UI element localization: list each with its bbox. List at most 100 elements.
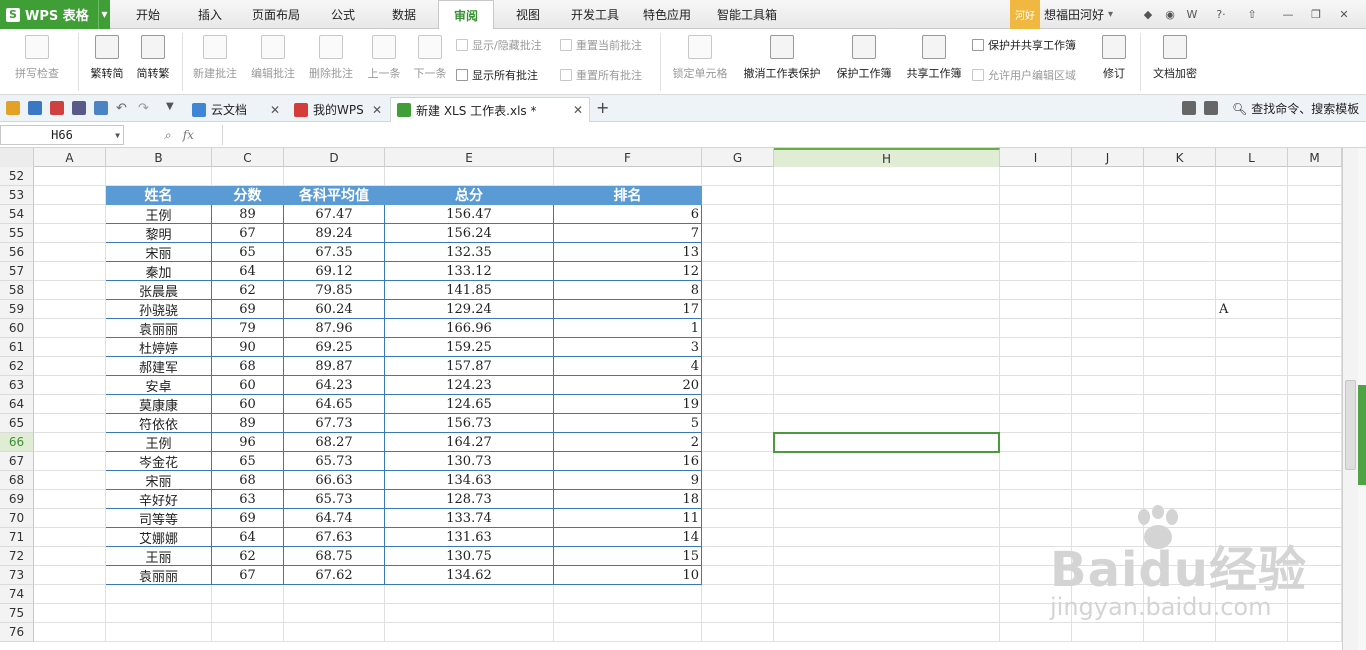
table-cell[interactable]: 62 [212, 547, 284, 566]
row-header[interactable]: 64 [0, 395, 34, 414]
cell[interactable] [34, 547, 106, 566]
table-cell[interactable]: 68.27 [284, 433, 385, 452]
cell[interactable] [1216, 167, 1288, 186]
cell[interactable] [702, 509, 774, 528]
row-header[interactable]: 61 [0, 338, 34, 357]
open-folder-icon[interactable] [6, 101, 20, 115]
table-cell[interactable]: 132.35 [385, 243, 554, 262]
wps-icon[interactable]: W [1184, 6, 1200, 22]
cell[interactable] [34, 623, 106, 642]
cell[interactable] [1072, 167, 1144, 186]
row-header[interactable]: 58 [0, 281, 34, 300]
table-cell[interactable]: 65 [212, 243, 284, 262]
row-header[interactable]: 55 [0, 224, 34, 243]
cell[interactable] [554, 585, 702, 604]
table-cell[interactable]: 65.73 [284, 452, 385, 471]
cell[interactable] [702, 243, 774, 262]
row-header[interactable]: 70 [0, 509, 34, 528]
table-cell[interactable]: 166.96 [385, 319, 554, 338]
cell[interactable] [774, 585, 1000, 604]
cell[interactable] [702, 547, 774, 566]
cell[interactable] [1000, 452, 1072, 471]
table-cell[interactable]: 164.27 [385, 433, 554, 452]
cell[interactable] [702, 566, 774, 585]
cell[interactable] [1216, 376, 1288, 395]
table-cell[interactable]: 13 [554, 243, 702, 262]
cell[interactable] [34, 414, 106, 433]
cell[interactable] [774, 528, 1000, 547]
cell[interactable] [774, 243, 1000, 262]
cell[interactable] [702, 452, 774, 471]
column-header[interactable]: H [774, 148, 1000, 167]
table-cell[interactable]: 67.35 [284, 243, 385, 262]
cell[interactable] [702, 205, 774, 224]
menu-tab[interactable]: 插入 [184, 0, 236, 29]
cell[interactable] [1144, 300, 1216, 319]
row-header[interactable]: 75 [0, 604, 34, 623]
cell[interactable] [1144, 167, 1216, 186]
cell[interactable] [284, 604, 385, 623]
cell[interactable] [1144, 414, 1216, 433]
cell[interactable] [1144, 585, 1216, 604]
cell[interactable] [1000, 604, 1072, 623]
cell[interactable] [1216, 395, 1288, 414]
cell[interactable] [1072, 224, 1144, 243]
table-cell[interactable]: 袁丽丽 [106, 566, 212, 585]
table-cell[interactable]: 王例 [106, 205, 212, 224]
cell[interactable] [1288, 205, 1342, 224]
column-header[interactable]: G [702, 148, 774, 167]
cell[interactable] [34, 300, 106, 319]
table-cell[interactable]: 67 [212, 224, 284, 243]
cell[interactable] [1000, 281, 1072, 300]
menu-tab[interactable]: 数据 [370, 0, 438, 29]
cell[interactable] [1144, 471, 1216, 490]
cell[interactable] [774, 547, 1000, 566]
table-cell[interactable]: 杜婷婷 [106, 338, 212, 357]
selected-cell-h66[interactable] [773, 432, 1000, 453]
table-cell[interactable]: 69.25 [284, 338, 385, 357]
cell[interactable] [774, 566, 1000, 585]
cell[interactable] [1144, 623, 1216, 642]
cell[interactable] [702, 186, 774, 205]
cell[interactable] [1000, 167, 1072, 186]
cell[interactable] [1072, 395, 1144, 414]
cell[interactable] [1288, 414, 1342, 433]
table-cell[interactable]: 96 [212, 433, 284, 452]
cell[interactable] [774, 281, 1000, 300]
cell[interactable] [1144, 319, 1216, 338]
cell[interactable] [702, 224, 774, 243]
cell[interactable] [554, 604, 702, 623]
table-cell[interactable]: 王例 [106, 433, 212, 452]
cell[interactable] [1144, 547, 1216, 566]
print-icon[interactable] [72, 101, 86, 115]
chevron-down-icon[interactable]: ▼ [115, 131, 120, 140]
new-comment-button[interactable]: 新建批注 [188, 35, 242, 81]
cell[interactable] [1216, 281, 1288, 300]
table-cell[interactable]: 67.73 [284, 414, 385, 433]
table-header-cell[interactable]: 各科平均值 [284, 186, 385, 205]
app-menu-button[interactable]: S WPS 表格 ▼ [0, 0, 110, 29]
cell[interactable] [1216, 490, 1288, 509]
cell[interactable] [385, 585, 554, 604]
cell[interactable] [1288, 300, 1342, 319]
cell[interactable] [212, 585, 284, 604]
table-cell[interactable]: 89 [212, 205, 284, 224]
cell[interactable] [1144, 281, 1216, 300]
table-cell[interactable]: 68.75 [284, 547, 385, 566]
cell[interactable] [106, 623, 212, 642]
menu-tab[interactable]: 视图 [494, 0, 562, 29]
table-cell[interactable]: 79.85 [284, 281, 385, 300]
cell[interactable] [1000, 224, 1072, 243]
cell[interactable] [1000, 186, 1072, 205]
cell[interactable] [1000, 319, 1072, 338]
cell[interactable] [1144, 338, 1216, 357]
cell[interactable] [1000, 547, 1072, 566]
table-cell[interactable]: 15 [554, 547, 702, 566]
scrollbar-thumb[interactable] [1345, 380, 1356, 470]
table-cell[interactable]: 69 [212, 300, 284, 319]
table-cell[interactable]: 65 [212, 452, 284, 471]
spell-check-button[interactable]: 拼写检查 [8, 35, 66, 81]
cell[interactable] [702, 528, 774, 547]
close-icon[interactable]: ✕ [270, 103, 280, 117]
cell[interactable] [1288, 566, 1342, 585]
